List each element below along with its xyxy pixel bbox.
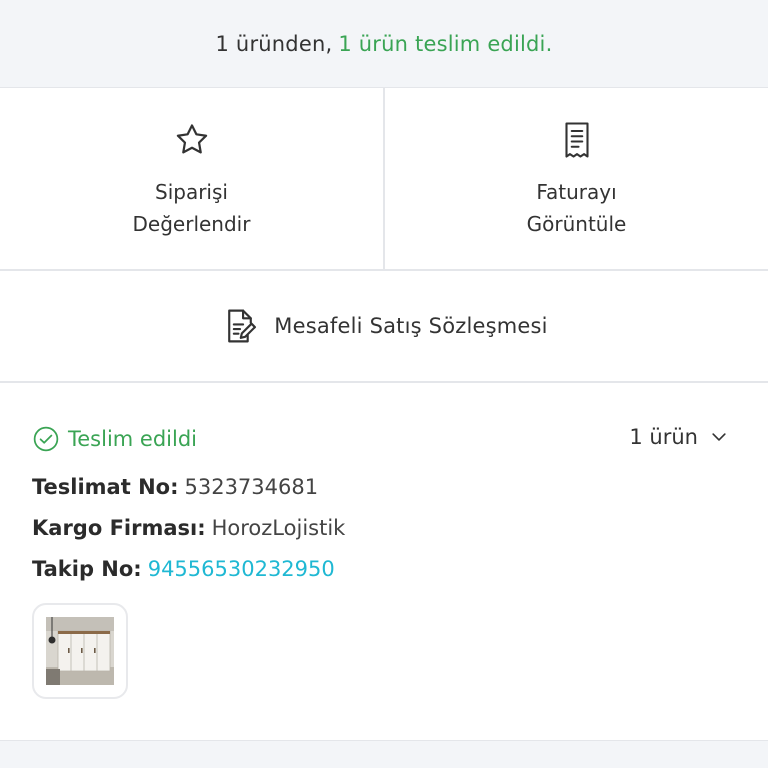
delivery-status-text: Teslim edildi xyxy=(68,427,198,451)
delivery-number-label: Teslimat No: xyxy=(32,475,179,499)
rate-order-button[interactable]: Siparişi Değerlendir xyxy=(0,88,385,269)
carrier-row: Kargo Firması: HorozLojistik xyxy=(32,516,345,540)
delivery-summary-banner: 1 üründen, 1 ürün teslim edildi. xyxy=(0,0,768,88)
chevron-down-icon xyxy=(708,426,730,448)
product-count-text: 1 üründen, xyxy=(215,31,333,56)
shipment-card: Teslim edildi 1 ürün Teslimat No: 5323734… xyxy=(0,383,768,740)
carrier-value: HorozLojistik xyxy=(211,516,346,540)
distance-sales-contract-button[interactable]: Mesafeli Satış Sözleşmesi xyxy=(0,271,768,383)
document-edit-icon xyxy=(220,306,260,346)
product-thumbnail[interactable] xyxy=(32,603,128,699)
receipt-icon xyxy=(557,120,597,160)
item-count-text: 1 ürün xyxy=(629,425,698,449)
order-actions: Siparişi Değerlendir Faturayı Görüntüle xyxy=(0,88,768,271)
rate-order-label: Siparişi Değerlendir xyxy=(132,180,251,236)
star-icon xyxy=(172,120,212,160)
delivery-number-row: Teslimat No: 5323734681 xyxy=(32,475,318,499)
tracking-row: Takip No: 94556530232950 xyxy=(32,557,335,581)
check-circle-icon xyxy=(32,425,60,453)
product-image xyxy=(46,617,114,685)
delivery-status: Teslim edildi xyxy=(32,425,197,453)
view-invoice-label: Faturayı Görüntüle xyxy=(526,180,627,236)
view-invoice-button[interactable]: Faturayı Görüntüle xyxy=(385,88,768,269)
delivery-number-value: 5323734681 xyxy=(184,475,319,499)
tracking-label: Takip No: xyxy=(32,557,142,581)
item-count-toggle[interactable]: 1 ürün xyxy=(629,425,730,449)
carrier-label: Kargo Firması: xyxy=(32,516,206,540)
bottom-divider-strip xyxy=(0,740,768,768)
tracking-number-link[interactable]: 94556530232950 xyxy=(148,557,335,581)
contract-label: Mesafeli Satış Sözleşmesi xyxy=(274,314,548,338)
delivered-count-text: 1 ürün teslim edildi. xyxy=(338,31,553,56)
